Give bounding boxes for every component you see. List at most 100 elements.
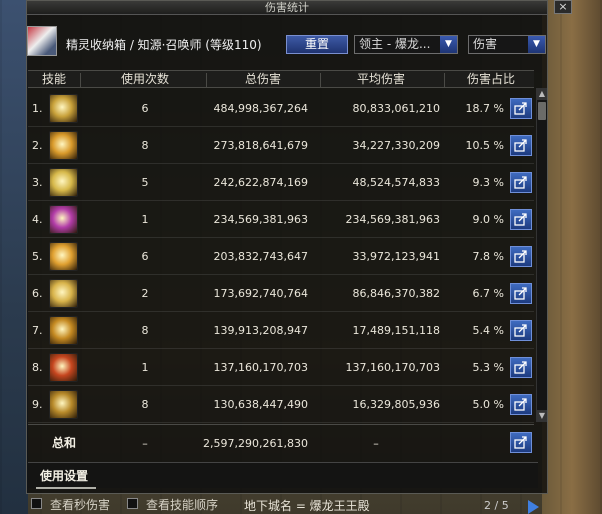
skill-icon-9[interactable]	[49, 390, 78, 419]
column-skill[interactable]: 技能	[32, 71, 76, 88]
target-select[interactable]: 领主 - 爆龙... ▼	[354, 35, 458, 54]
table-row: 3. 5 242,622,874,169 48,524,574,833 9.3 %	[28, 164, 534, 201]
table-row: 5. 6 203,832,743,647 33,972,123,941 7.8 %	[28, 238, 534, 275]
row-count: 8	[141, 139, 149, 152]
row-damage-pct: 6.7 %	[472, 287, 504, 300]
skill-order-checkbox[interactable]	[127, 498, 138, 509]
chevron-down-icon: ▼	[528, 36, 545, 53]
share-icon	[514, 250, 527, 263]
row-damage-pct: 18.7 %	[465, 102, 504, 115]
table-row: 9. 8 130,638,447,490 16,329,805,936 5.0 %	[28, 386, 534, 423]
table-row: 6. 2 173,692,740,764 86,846,370,382 6.7 %	[28, 275, 534, 312]
row-total-damage: 484,998,367,264	[213, 102, 308, 115]
share-button[interactable]	[510, 283, 532, 304]
share-button[interactable]	[510, 320, 532, 341]
row-damage-pct: 5.4 %	[472, 324, 504, 337]
skill-icon-5[interactable]	[49, 242, 78, 271]
share-icon	[514, 436, 527, 449]
share-button[interactable]	[510, 357, 532, 378]
column-total[interactable]: 总伤害	[208, 71, 318, 88]
skill-icon-1[interactable]	[49, 94, 78, 123]
settings-tab[interactable]: 使用设置	[40, 463, 88, 489]
row-avg-damage: 234,569,381,963	[345, 213, 440, 226]
total-count: –	[142, 437, 148, 450]
table-header: 技能 使用次数 总伤害 平均伤害 伤害占比	[28, 70, 534, 88]
row-index: 2.	[32, 139, 43, 152]
column-pct[interactable]: 伤害占比	[446, 71, 536, 88]
row-index: 5.	[32, 250, 43, 263]
skill-icon-4[interactable]	[49, 205, 78, 234]
scroll-thumb[interactable]	[538, 102, 546, 120]
row-count: 6	[141, 102, 149, 115]
row-index: 6.	[32, 287, 43, 300]
row-total-damage: 273,818,641,679	[213, 139, 308, 152]
damage-type-value: 伤害	[473, 37, 498, 51]
settings-bar: 使用设置	[28, 462, 538, 489]
skill-icon-6[interactable]	[49, 279, 78, 308]
column-divider	[80, 73, 81, 87]
row-avg-damage: 80,833,061,210	[352, 102, 440, 115]
total-row: 总和 – 2,597,290,261,830 –	[28, 424, 534, 460]
row-avg-damage: 86,846,370,382	[352, 287, 440, 300]
skill-icon-8[interactable]	[49, 353, 78, 382]
share-button[interactable]	[510, 394, 532, 415]
row-avg-damage: 137,160,170,703	[345, 361, 440, 374]
row-index: 9.	[32, 398, 43, 411]
row-count: 8	[141, 324, 149, 337]
row-count: 1	[141, 213, 149, 226]
title-bar[interactable]: 伤害统计	[27, 1, 547, 15]
skill-icon-3[interactable]	[49, 168, 78, 197]
damage-type-select[interactable]: 伤害 ▼	[468, 35, 546, 54]
window-title: 伤害统计	[265, 1, 309, 14]
table-row: 2. 8 273,818,641,679 34,227,330,209 10.5 %	[28, 127, 534, 164]
row-total-damage: 173,692,740,764	[213, 287, 308, 300]
column-count[interactable]: 使用次数	[100, 71, 190, 88]
skill-order-label: 查看技能顺序	[146, 498, 219, 512]
skill-icon-2[interactable]	[49, 131, 78, 160]
row-damage-pct: 5.3 %	[472, 361, 504, 374]
row-count: 5	[141, 176, 149, 189]
reset-button[interactable]: 重置	[286, 35, 348, 54]
share-button[interactable]	[510, 209, 532, 230]
table-row: 8. 1 137,160,170,703 137,160,170,703 5.3 %	[28, 349, 534, 386]
next-page-icon[interactable]	[528, 500, 539, 514]
total-label: 总和	[52, 436, 77, 450]
row-avg-damage: 17,489,151,118	[352, 324, 440, 337]
row-avg-damage: 48,524,574,833	[352, 176, 440, 189]
row-count: 2	[141, 287, 149, 300]
share-icon	[514, 139, 527, 152]
row-damage-pct: 7.8 %	[472, 250, 504, 263]
page-indicator: 2 / 5	[484, 499, 509, 512]
table-row: 4. 1 234,569,381,963 234,569,381,963 9.0 %	[28, 201, 534, 238]
row-total-damage: 203,832,743,647	[213, 250, 308, 263]
total-damage: 2,597,290,261,830	[203, 437, 308, 450]
share-button[interactable]	[510, 172, 532, 193]
target-select-value: 领主 - 爆龙...	[359, 37, 431, 51]
row-total-damage: 130,638,447,490	[213, 398, 308, 411]
row-damage-pct: 9.3 %	[472, 176, 504, 189]
share-icon	[514, 102, 527, 115]
skill-icon-7[interactable]	[49, 316, 78, 345]
table-row: 1. 6 484,998,367,264 80,833,061,210 18.7 %	[28, 90, 534, 127]
row-avg-damage: 34,227,330,209	[352, 139, 440, 152]
row-avg-damage: 33,972,123,941	[352, 250, 440, 263]
share-icon	[514, 287, 527, 300]
dungeon-location: 地下城名 = 爆龙王王殿	[244, 499, 370, 513]
close-button[interactable]: ×	[554, 0, 572, 14]
column-avg[interactable]: 平均伤害	[322, 71, 440, 88]
share-icon	[514, 176, 527, 189]
share-button[interactable]	[510, 246, 532, 267]
row-index: 8.	[32, 361, 43, 374]
row-total-damage: 242,622,874,169	[213, 176, 308, 189]
column-divider	[206, 73, 207, 87]
share-icon	[514, 361, 527, 374]
per-second-label: 查看秒伤害	[50, 498, 111, 512]
per-second-checkbox[interactable]	[31, 498, 42, 509]
scroll-down-icon[interactable]: ▼	[537, 410, 547, 422]
table-scrollbar[interactable]: ▲ ▼	[536, 88, 547, 422]
scroll-up-icon[interactable]: ▲	[537, 88, 547, 100]
column-divider	[320, 73, 321, 87]
share-button[interactable]	[510, 135, 532, 156]
share-button[interactable]	[510, 98, 532, 119]
total-share-button[interactable]	[510, 432, 532, 453]
